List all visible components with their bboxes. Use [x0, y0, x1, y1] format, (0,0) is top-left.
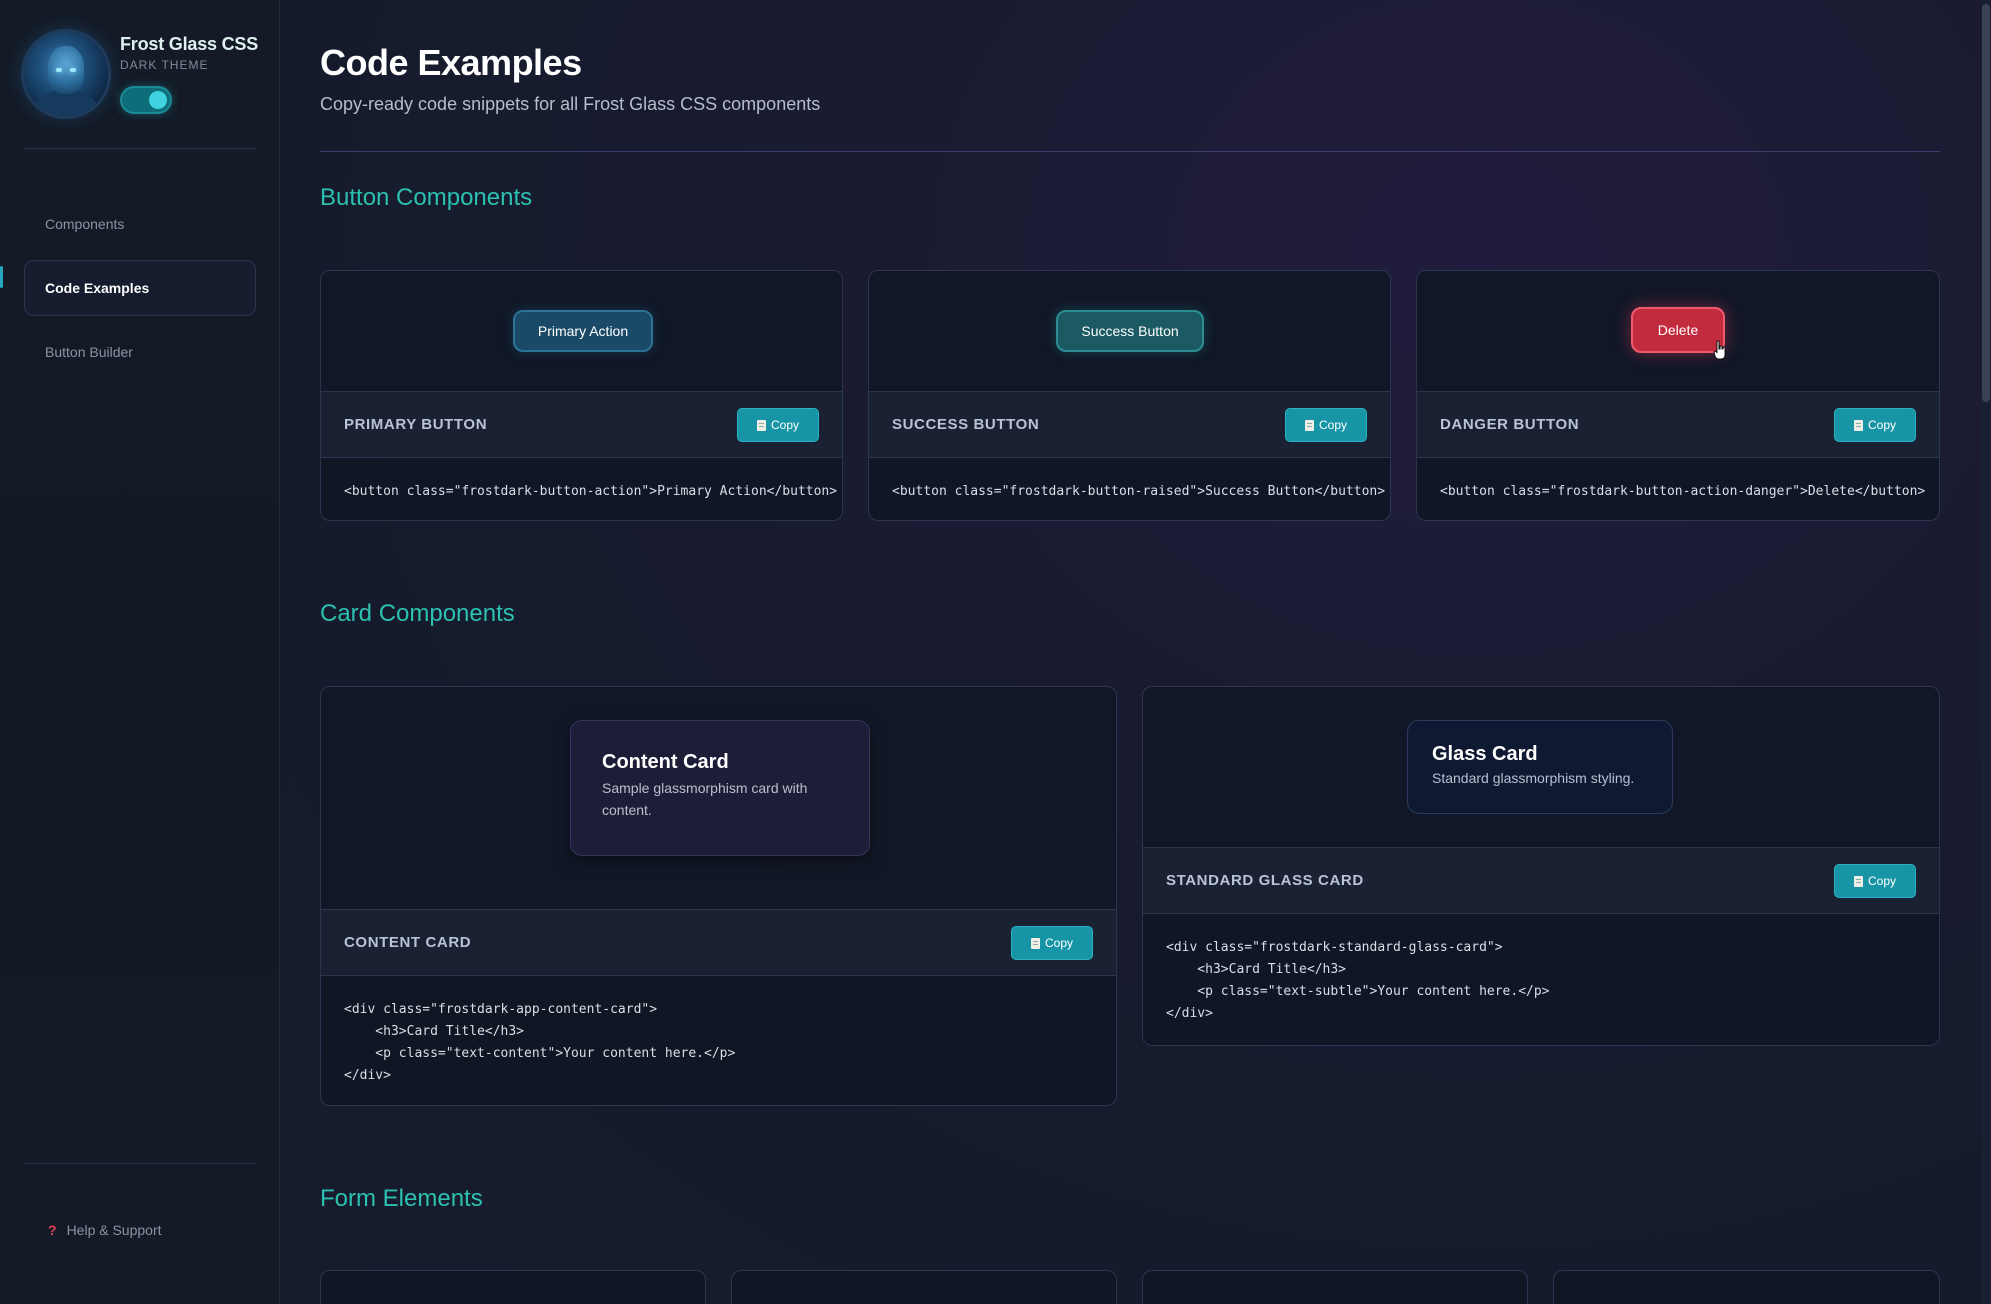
main-scrollbar[interactable]: [1981, 0, 1991, 1304]
sidebar-nav: Components Code Examples Button Builder: [24, 196, 256, 388]
copy-label: Copy: [770, 418, 799, 432]
avatar-eye-right: [70, 68, 76, 72]
example-title: DANGER BUTTON: [1440, 416, 1580, 433]
glass-card-demo-text: Standard glassmorphism styling.: [1432, 770, 1635, 786]
content-card-demo-title: Content Card: [602, 751, 729, 773]
preview-area: Glass Card Standard glassmorphism stylin…: [1143, 687, 1939, 847]
sidebar-item-components[interactable]: Components: [24, 196, 256, 252]
success-demo-button[interactable]: Success Button: [1056, 310, 1204, 352]
sidebar-divider-bottom: [24, 1163, 256, 1164]
form-example-card: [1142, 1270, 1528, 1304]
brand-subtitle: DARK THEME: [120, 58, 209, 72]
toggle-knob: [149, 91, 167, 109]
preview-area: Success Button: [869, 271, 1390, 391]
card-header: SUCCESS BUTTON Copy: [869, 391, 1390, 458]
code-example-card-success-button: Success Button SUCCESS BUTTON Copy <butt…: [868, 270, 1391, 521]
code-snippet[interactable]: <button class="frostdark-button-raised">…: [892, 481, 1385, 503]
copy-button[interactable]: Copy: [1285, 408, 1367, 442]
code-example-card-primary-button: Primary Action PRIMARY BUTTON Copy <butt…: [320, 270, 843, 521]
sidebar: Frost Glass CSS DARK THEME Components Co…: [0, 0, 280, 1304]
card-header: PRIMARY BUTTON Copy: [321, 391, 842, 458]
title-divider: [320, 151, 1940, 152]
example-title: STANDARD GLASS CARD: [1166, 872, 1364, 889]
brand-title: Frost Glass CSS: [120, 34, 259, 54]
copy-label: Copy: [1867, 874, 1896, 888]
copy-label: Copy: [1318, 418, 1347, 432]
clipboard-icon: [1853, 875, 1863, 887]
code-snippet[interactable]: <div class="frostdark-standard-glass-car…: [1166, 937, 1550, 1025]
code-example-card-standard-glass-card: Glass Card Standard glassmorphism stylin…: [1142, 686, 1940, 1046]
clipboard-icon: [1304, 419, 1314, 431]
section-title-cards: Card Components: [320, 600, 515, 627]
example-title: CONTENT CARD: [344, 934, 472, 951]
sidebar-item-button-builder[interactable]: Button Builder: [24, 324, 256, 380]
glass-card-demo-title: Glass Card: [1432, 743, 1538, 765]
content-card-demo-text: Sample glassmorphism card with content.: [602, 780, 808, 818]
sidebar-item-code-examples[interactable]: Code Examples: [24, 260, 256, 316]
question-mark-icon: ?: [48, 1222, 57, 1238]
copy-button[interactable]: Copy: [737, 408, 819, 442]
main-content: Code Examples Copy-ready code snippets f…: [281, 0, 1991, 1304]
card-header: CONTENT CARD Copy: [321, 909, 1116, 976]
example-title: SUCCESS BUTTON: [892, 416, 1040, 433]
card-header: DANGER BUTTON Copy: [1417, 391, 1939, 458]
form-example-card: [320, 1270, 706, 1304]
avatar: [24, 32, 108, 116]
sidebar-divider-top: [24, 148, 256, 149]
page-title: Code Examples: [320, 42, 582, 83]
avatar-face: [48, 46, 84, 94]
preview-area: Primary Action: [321, 271, 842, 391]
hand-cursor-icon: [1713, 340, 1726, 360]
code-snippet[interactable]: <div class="frostdark-app-content-card">…: [344, 999, 735, 1087]
copy-label: Copy: [1867, 418, 1896, 432]
copy-label: Copy: [1044, 936, 1073, 950]
copy-button[interactable]: Copy: [1834, 864, 1916, 898]
form-example-card: [731, 1270, 1117, 1304]
help-label: Help & Support: [66, 1222, 162, 1238]
primary-action-demo-button[interactable]: Primary Action: [513, 310, 653, 352]
clipboard-icon: [1030, 937, 1040, 949]
delete-demo-button[interactable]: Delete: [1631, 307, 1725, 353]
card-header: STANDARD GLASS CARD Copy: [1143, 847, 1939, 914]
code-snippet[interactable]: <button class="frostdark-button-action-d…: [1440, 481, 1925, 503]
copy-button[interactable]: Copy: [1834, 408, 1916, 442]
preview-area: Delete: [1417, 271, 1939, 391]
code-example-card-content-card: Content Card Sample glassmorphism card w…: [320, 686, 1117, 1106]
section-title-forms: Form Elements: [320, 1185, 483, 1212]
clipboard-icon: [1853, 419, 1863, 431]
form-example-card: [1553, 1270, 1940, 1304]
scrollbar-thumb[interactable]: [1982, 4, 1990, 402]
content-card-demo: Content Card Sample glassmorphism card w…: [570, 720, 870, 856]
theme-toggle[interactable]: [120, 86, 172, 114]
avatar-eye-left: [56, 68, 62, 72]
code-snippet[interactable]: <button class="frostdark-button-action">…: [344, 481, 837, 503]
glass-card-demo: Glass Card Standard glassmorphism stylin…: [1407, 720, 1673, 814]
help-support-link[interactable]: ? Help & Support: [48, 1222, 162, 1238]
brand-header: Frost Glass CSS DARK THEME: [24, 30, 264, 120]
page-subtitle: Copy-ready code snippets for all Frost G…: [320, 94, 821, 114]
app-root: Frost Glass CSS DARK THEME Components Co…: [0, 0, 1991, 1304]
active-nav-indicator: [0, 266, 3, 288]
copy-button[interactable]: Copy: [1011, 926, 1093, 960]
code-example-card-danger-button: Delete DANGER BUTTON Copy <button class=…: [1416, 270, 1940, 521]
clipboard-icon: [756, 419, 766, 431]
preview-area: Content Card Sample glassmorphism card w…: [321, 687, 1116, 909]
example-title: PRIMARY BUTTON: [344, 416, 488, 433]
section-title-buttons: Button Components: [320, 184, 533, 211]
